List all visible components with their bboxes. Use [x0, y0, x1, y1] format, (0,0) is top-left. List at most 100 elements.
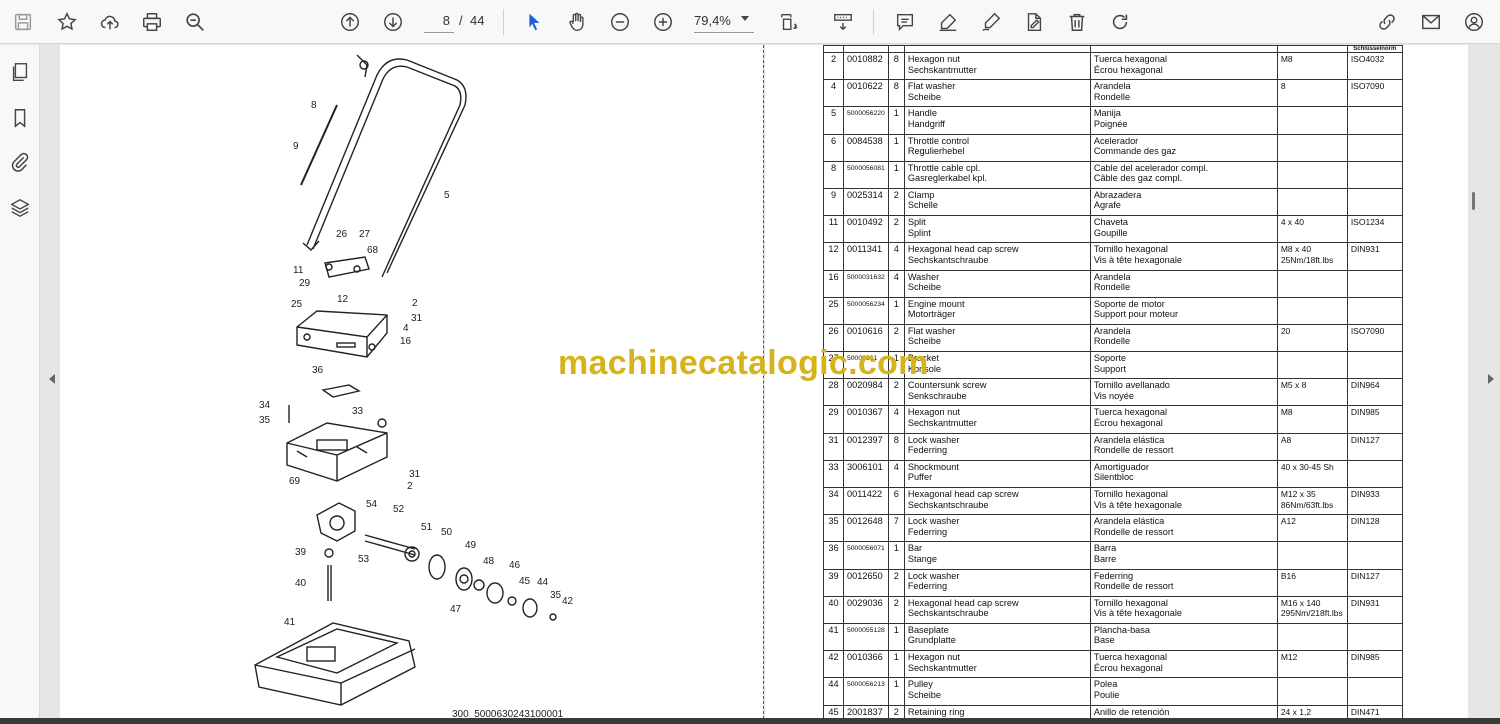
cell-line: M8 — [1280, 54, 1293, 64]
table-row: 29 0010367 4 Hexagon nut Sechskantmutter Tuer… — [823, 405, 1403, 434]
table-row: 40 0029036 2 Hexagonal head cap screw Sechsk… — [823, 595, 1403, 624]
cell-line: Tuerca hexagonal — [1093, 407, 1168, 418]
collapse-left-panel-icon[interactable] — [49, 374, 55, 384]
cell-line: Rondelle de ressort — [1093, 526, 1174, 537]
table-row: 2 0010882 8 Hexagon nut Sechskantmutter Tuerc… — [823, 51, 1403, 81]
table-cell — [1346, 106, 1403, 135]
table-cell: 4 x 40 — [1276, 215, 1348, 244]
cell-line: B16 — [1280, 570, 1296, 581]
scroll-mode-icon[interactable] — [829, 8, 857, 36]
drawing-label: 44 — [537, 577, 549, 588]
cell-line: Senkschraube — [907, 390, 967, 401]
table-cell: 4 — [887, 459, 905, 489]
bookmark-icon[interactable] — [8, 106, 32, 130]
cell-line: Manija — [1093, 108, 1121, 119]
table-cell — [1346, 160, 1403, 189]
table-cell: 0010367 — [843, 405, 889, 434]
cell-line: Rondelle de ressort — [1093, 581, 1174, 592]
search-zoom-icon[interactable] — [181, 8, 209, 36]
email-icon[interactable] — [1417, 8, 1445, 36]
cell-line: Flat washer — [907, 325, 956, 336]
table-cell: Washer Scheibe — [903, 269, 1091, 298]
cell-line: Hexagon nut — [907, 407, 960, 418]
table-cell: 6 — [823, 133, 844, 162]
drawing-label: 29 — [299, 278, 311, 289]
table-cell: 2 — [823, 51, 844, 81]
table-cell: 7 — [887, 514, 905, 543]
attachment-icon[interactable] — [8, 150, 32, 174]
edit-document-icon[interactable] — [1020, 8, 1048, 36]
table-cell — [1276, 677, 1348, 706]
layers-icon[interactable] — [8, 196, 32, 220]
cell-line: Federring — [907, 445, 948, 456]
bookmark-star-icon[interactable] — [53, 8, 81, 36]
table-row: 34 0011422 6 Hexagonal head cap screw Sechsk… — [823, 486, 1403, 516]
table-cell: M12 x 35 86Nm/63ft.lbs — [1276, 486, 1348, 516]
draw-signature-icon[interactable] — [977, 8, 1005, 36]
cell-line: Hexagonal head cap screw — [907, 244, 1019, 255]
table-cell: 5000056220 — [843, 106, 889, 135]
save-icon[interactable] — [9, 8, 37, 36]
delete-trash-icon[interactable] — [1063, 8, 1091, 36]
cell-line: Tuerca hexagonal — [1093, 54, 1168, 64]
table-row: 12 0011341 4 Hexagonal head cap screw Sechsk… — [823, 242, 1403, 271]
table-cell: 40 x 30-45 Sh — [1276, 459, 1348, 489]
print-icon[interactable] — [138, 8, 166, 36]
chevron-down-icon[interactable] — [741, 16, 749, 21]
table-cell: Tuerca hexagonal Écrou hexagonal — [1089, 51, 1278, 81]
page-number-input[interactable] — [424, 9, 454, 33]
table-cell: 2 — [887, 595, 905, 624]
table-cell: Countersunk screw Senkschraube — [903, 378, 1091, 407]
table-cell: DIN985 — [1346, 650, 1403, 679]
page-divider — [763, 45, 764, 724]
cell-line: Scheibe — [907, 689, 942, 700]
scrollbar-thumb[interactable] — [1472, 192, 1475, 210]
redo-rotate-icon[interactable] — [1106, 8, 1134, 36]
comment-icon[interactable] — [891, 8, 919, 36]
table-cell: Tornillo avellanado Vis noyée — [1089, 378, 1278, 407]
table-cell — [1346, 133, 1403, 162]
table-header-cell — [1276, 45, 1348, 53]
cell-line: M12 — [1280, 652, 1298, 663]
table-cell: Hexagonal head cap screw Sechskantschraub… — [903, 486, 1091, 516]
next-page-icon[interactable] — [379, 8, 407, 36]
table-cell: DIN931 — [1346, 242, 1403, 271]
account-icon[interactable] — [1460, 8, 1488, 36]
previous-page-icon[interactable] — [336, 8, 364, 36]
table-header-cell — [903, 45, 1091, 53]
table-cell: 8 — [887, 51, 905, 81]
upload-cloud-icon[interactable] — [96, 8, 124, 36]
cell-line: M12 x 35 — [1280, 489, 1316, 499]
link-edit-icon[interactable] — [1373, 8, 1401, 36]
table-cell: Hexagon nut Sechskantmutter — [903, 51, 1091, 81]
collapse-right-panel-icon[interactable] — [1488, 374, 1494, 384]
table-cell: DIN933 — [1346, 486, 1403, 516]
zoom-out-icon[interactable] — [606, 8, 634, 36]
select-cursor-icon[interactable] — [520, 8, 548, 36]
table-cell: 5000031632 — [843, 269, 889, 298]
cell-line: Stange — [907, 553, 937, 564]
page-fit-icon[interactable] — [775, 8, 803, 36]
page-thumbnails-icon[interactable] — [8, 60, 32, 84]
table-cell: Tornillo hexagonal Vis à tête hexagonale — [1089, 595, 1278, 624]
drawing-label: 2 — [412, 298, 418, 309]
table-cell: ISO7090 — [1346, 323, 1403, 353]
table-row: 11 0010492 2 Split Splint Chaveta Goupille 4 x … — [823, 215, 1403, 244]
sidebar — [0, 45, 40, 724]
table-cell: Hexagon nut Sechskantmutter — [903, 650, 1091, 679]
table-cell: Arandela Rondelle — [1089, 79, 1278, 108]
table-cell: 0011422 — [843, 486, 889, 516]
table-header-cell: Schlüsselnorm — [1346, 45, 1403, 53]
cell-line: Rondelle — [1093, 282, 1131, 292]
table-row: 44 5000056213 1 Pulley Scheibe Polea Poulie — [823, 677, 1403, 706]
cell-line: Regulierhebel — [907, 146, 965, 157]
hand-tool-icon[interactable] — [563, 8, 591, 36]
table-cell: Abrazadera Agrafe — [1089, 187, 1278, 217]
highlight-pen-icon[interactable] — [934, 8, 962, 36]
zoom-dropdown[interactable]: 79,4% — [694, 9, 754, 33]
cell-line: Plancha-basa — [1093, 624, 1150, 635]
toolbar-divider — [873, 9, 874, 35]
cell-line: Retaining ring — [907, 706, 965, 717]
table-cell: 5000055128 — [843, 622, 889, 652]
zoom-in-icon[interactable] — [649, 8, 677, 36]
